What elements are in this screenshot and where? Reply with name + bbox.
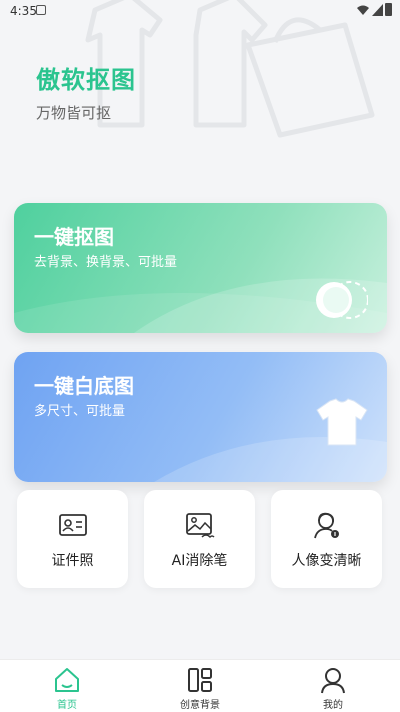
image-eraser-icon xyxy=(186,513,215,539)
home-icon xyxy=(55,668,79,692)
bottom-tab-bar: 首页 创意背景 我的 xyxy=(0,659,400,712)
tool-portrait-enhance-label: 人像变清晰 xyxy=(291,553,362,569)
id-card-icon xyxy=(59,514,87,536)
tool-ai-eraser-label: AI消除笔 xyxy=(171,553,228,569)
tab-mine[interactable]: 我的 xyxy=(293,660,373,712)
tab-creative-background[interactable]: 创意背景 xyxy=(160,660,240,712)
tshirt-icon xyxy=(316,398,368,446)
cutout-card[interactable]: 一键抠图 去背景、换背景、可批量 xyxy=(14,203,387,333)
tool-portrait-enhance[interactable]: 人像变清晰 xyxy=(271,490,382,588)
tab-mine-label: 我的 xyxy=(323,700,343,711)
layout-icon xyxy=(188,668,212,692)
cutout-card-desc: 去背景、换背景、可批量 xyxy=(34,255,178,270)
header-decoration xyxy=(85,0,375,138)
tool-ai-eraser[interactable]: AI消除笔 xyxy=(144,490,255,588)
tab-creative-background-label: 创意背景 xyxy=(180,700,220,711)
tab-home[interactable]: 首页 xyxy=(27,660,107,712)
tab-home-label: 首页 xyxy=(57,700,77,711)
white-background-card-desc: 多尺寸、可批量 xyxy=(34,404,126,419)
app-subtitle: 万物皆可抠 xyxy=(36,104,112,122)
white-background-card[interactable]: 一键白底图 多尺寸、可批量 xyxy=(14,352,387,482)
cutout-circle-icon xyxy=(316,281,368,319)
app-title: 傲软抠图 xyxy=(36,66,136,94)
portrait-enhance-icon xyxy=(314,512,339,539)
user-icon xyxy=(321,668,345,694)
white-background-card-title: 一键白底图 xyxy=(34,374,134,398)
tool-id-photo[interactable]: 证件照 xyxy=(17,490,128,588)
cutout-card-title: 一键抠图 xyxy=(34,225,114,249)
tool-id-photo-label: 证件照 xyxy=(51,553,94,569)
